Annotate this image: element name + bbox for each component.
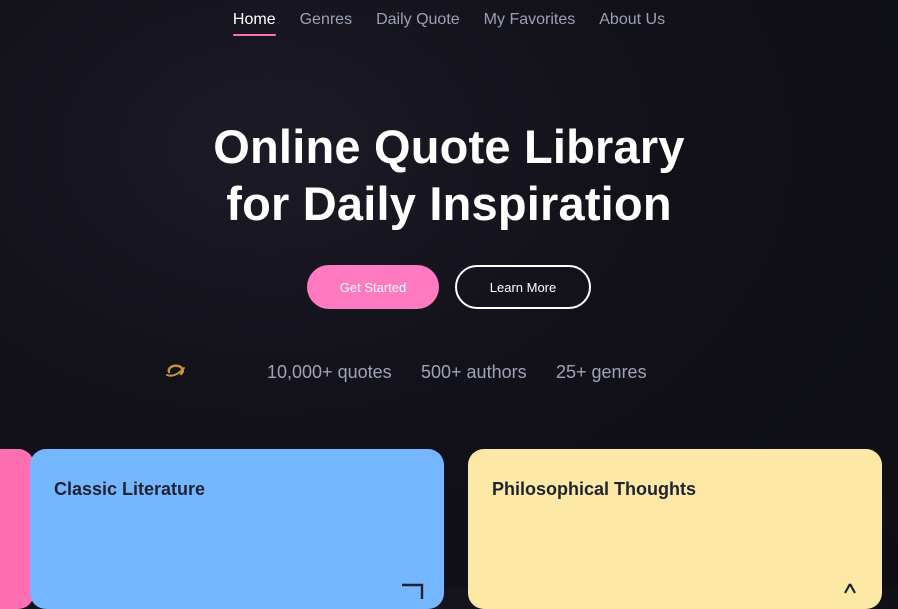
spinner-icon — [166, 364, 185, 377]
stat-genres: 25+ genres — [556, 362, 647, 382]
nav-item-about-us[interactable]: About Us — [587, 0, 677, 44]
stat-authors: 500+ authors — [421, 362, 527, 382]
genre-card-partial[interactable] — [0, 449, 34, 609]
hero-title-line1: Online Quote Library — [213, 120, 685, 173]
genre-card-classic-literature[interactable]: Classic Literature — [30, 449, 444, 609]
nav-item-home[interactable]: Home — [221, 0, 288, 44]
nav-item-my-favorites[interactable]: My Favorites — [472, 0, 588, 44]
main-nav: Home Genres Daily Quote My Favorites Abo… — [0, 0, 898, 44]
hero-title-line2: for Daily Inspiration — [226, 177, 672, 230]
genre-card-philosophical-thoughts[interactable]: Philosophical Thoughts — [468, 449, 882, 609]
hero-buttons: Get Started Learn More — [0, 265, 898, 309]
stats-row: 10,000+ quotes 500+ authors 25+ genres — [0, 360, 898, 384]
nav-item-daily-quote[interactable]: Daily Quote — [364, 0, 472, 44]
book-icon — [402, 583, 424, 599]
card-title: Classic Literature — [54, 479, 206, 499]
lamp-icon — [844, 583, 856, 594]
stat-quotes: 10,000+ quotes — [267, 362, 392, 382]
card-title: Philosophical Thoughts — [492, 479, 696, 499]
get-started-button[interactable]: Get Started — [307, 265, 439, 309]
learn-more-button[interactable]: Learn More — [455, 265, 591, 309]
hero-title: Online Quote Library for Daily Inspirati… — [0, 118, 898, 232]
nav-item-genres[interactable]: Genres — [288, 0, 364, 44]
